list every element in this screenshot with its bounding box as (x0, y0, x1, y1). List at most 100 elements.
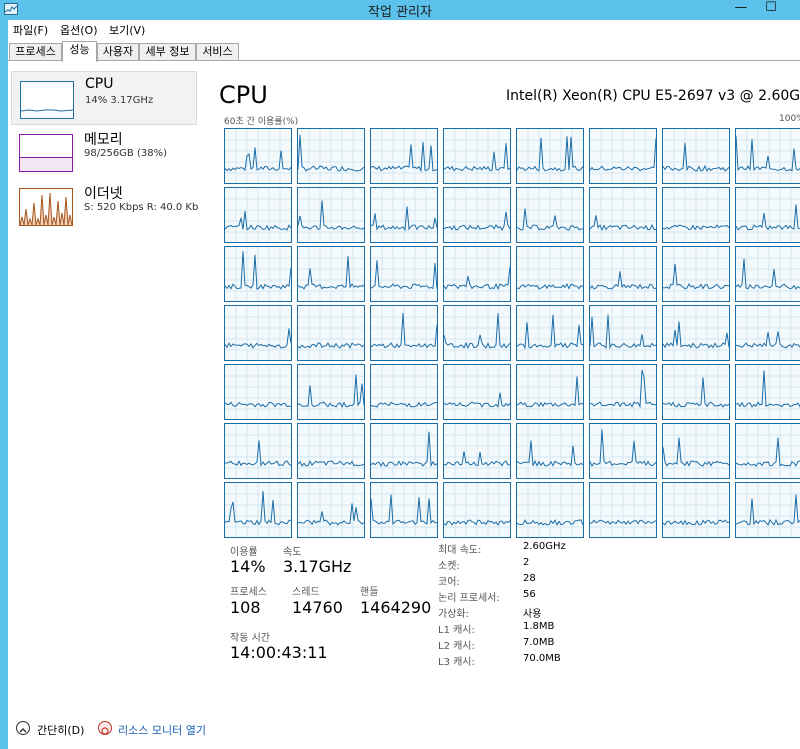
spec-l1-cache-label: L1 캐시: (438, 625, 475, 636)
logical-processor-graph (224, 423, 292, 479)
logical-processor-graph (443, 128, 511, 184)
menu-view[interactable]: 보기(V) (109, 22, 145, 38)
resource-monitor-icon[interactable] (98, 721, 112, 735)
logical-processor-graph (735, 423, 800, 479)
tab-services[interactable]: 서비스 (196, 43, 239, 61)
menu-file[interactable]: 파일(F) (13, 22, 48, 38)
logical-processor-graph (735, 246, 800, 302)
logical-processor-graph (297, 364, 365, 420)
collapse-button[interactable]: 간단히(D) (37, 722, 84, 738)
logical-processor-graph (589, 364, 657, 420)
sidebar-item-cpu[interactable]: CPU 14% 3.17GHz (11, 71, 197, 125)
logical-processor-graph (224, 187, 292, 243)
menu-bar: 파일(F) 옵션(O) 보기(V) (8, 20, 800, 40)
logical-processor-graph (224, 305, 292, 361)
logical-processor-graph (662, 482, 730, 538)
speed-label: 속도 (283, 547, 302, 558)
memory-usage-fill (20, 157, 72, 171)
logical-processor-graph (516, 246, 584, 302)
logical-processor-graph (224, 128, 292, 184)
logical-processor-graph (224, 246, 292, 302)
logical-processor-graph (662, 423, 730, 479)
sidebar-memory-label: 메모리 (84, 132, 123, 148)
tab-performance[interactable]: 성능 (62, 41, 97, 62)
uptime-label: 작동 시간 (230, 633, 270, 644)
tab-processes[interactable]: 프로세스 (9, 43, 62, 61)
spec-max-speed-label: 최대 속도: (438, 545, 482, 556)
logical-processor-graph (735, 187, 800, 243)
logical-processor-graph (443, 423, 511, 479)
sidebar-ethernet-summary: S: 520 Kbps R: 40.0 Kb (84, 202, 199, 213)
logical-processor-graph (516, 128, 584, 184)
menu-options[interactable]: 옵션(O) (60, 22, 97, 38)
logical-processor-graph (662, 128, 730, 184)
sidebar-item-memory[interactable]: 메모리 98/256GB (38%) (11, 125, 197, 179)
logical-processor-graph (516, 187, 584, 243)
tab-details[interactable]: 세부 정보 (139, 43, 196, 61)
resource-sidebar: CPU 14% 3.17GHz 메모리 98/256GB (38%) 이더넷 S… (8, 61, 201, 709)
performance-content: CPU 14% 3.17GHz 메모리 98/256GB (38%) 이더넷 S… (8, 61, 800, 709)
logical-processor-graph (662, 187, 730, 243)
utilization-label: 이용률 (230, 547, 258, 558)
spec-l2-cache-label: L2 캐시: (438, 641, 475, 652)
title-bar: 작업 관리자 — ☐ (0, 0, 800, 20)
logical-processor-graph (370, 482, 438, 538)
logical-processor-graph (443, 305, 511, 361)
logical-processor-graph (735, 305, 800, 361)
graph-max-label: 100% (779, 114, 800, 124)
logical-processor-graphs (224, 128, 800, 538)
logical-processor-graph (370, 187, 438, 243)
spec-logical-processors-label: 논리 프로세서: (438, 593, 500, 604)
logical-processor-graph (516, 482, 584, 538)
spec-sockets-value: 2 (523, 557, 530, 568)
logical-processor-graph (297, 128, 365, 184)
logical-processor-graph (297, 482, 365, 538)
handles-label: 핸들 (360, 587, 379, 598)
spec-l2-cache-value: 7.0MB (523, 637, 555, 648)
spec-virtualization-label: 가상화: (438, 609, 469, 620)
graph-caption: 60초 간 이용률(%) (224, 117, 299, 127)
spec-cores-value: 28 (523, 573, 536, 584)
cpu-mini-graph (20, 81, 74, 119)
minimize-button[interactable]: — (728, 0, 754, 18)
spec-l3-cache-label: L3 캐시: (438, 657, 475, 668)
window-title: 작업 관리자 (368, 5, 432, 20)
spec-virtualization-value: 사용 (523, 609, 542, 620)
spec-cores-label: 코어: (438, 577, 460, 588)
logical-processor-graph (589, 482, 657, 538)
spec-l3-cache-value: 70.0MB (523, 653, 561, 664)
cpu-panel: CPU Intel(R) Xeon(R) CPU E5-2697 v3 @ 2.… (201, 61, 800, 709)
logical-processor-graph (589, 128, 657, 184)
processes-value: 108 (230, 598, 261, 617)
sidebar-item-ethernet[interactable]: 이더넷 S: 520 Kbps R: 40.0 Kb (11, 179, 199, 233)
logical-processor-graph (224, 364, 292, 420)
logical-processor-graph (224, 482, 292, 538)
tab-users[interactable]: 사용자 (97, 43, 139, 61)
logical-processor-graph (516, 305, 584, 361)
cpu-stats: 이용률 14% 속도 3.17GHz 프로세스 108 스레드 14760 핸들… (201, 541, 800, 709)
logical-processor-graph (662, 305, 730, 361)
logical-processor-graph (516, 423, 584, 479)
logical-processor-graph (297, 187, 365, 243)
sidebar-cpu-label: CPU (85, 76, 114, 92)
logical-processor-graph (370, 128, 438, 184)
logical-processor-graph (662, 246, 730, 302)
processes-label: 프로세스 (230, 587, 267, 598)
spec-max-speed-value: 2.60GHz (523, 541, 566, 552)
logical-processor-graph (516, 364, 584, 420)
maximize-button[interactable]: ☐ (758, 0, 784, 18)
logical-processor-graph (589, 187, 657, 243)
logical-processor-graph (443, 246, 511, 302)
open-resource-monitor-link[interactable]: 리소스 모니터 열기 (118, 722, 206, 738)
cpu-model: Intel(R) Xeon(R) CPU E5-2697 v3 @ 2.60GH… (506, 88, 800, 104)
logical-processor-graph (735, 364, 800, 420)
logical-processor-graph (297, 423, 365, 479)
utilization-value: 14% (230, 557, 266, 576)
threads-label: 스레드 (292, 587, 320, 598)
logical-processor-graph (297, 246, 365, 302)
logical-processor-graph (735, 128, 800, 184)
logical-processor-graph (370, 364, 438, 420)
logical-processor-graph (589, 305, 657, 361)
speed-value: 3.17GHz (283, 557, 352, 576)
collapse-icon[interactable] (16, 721, 30, 735)
